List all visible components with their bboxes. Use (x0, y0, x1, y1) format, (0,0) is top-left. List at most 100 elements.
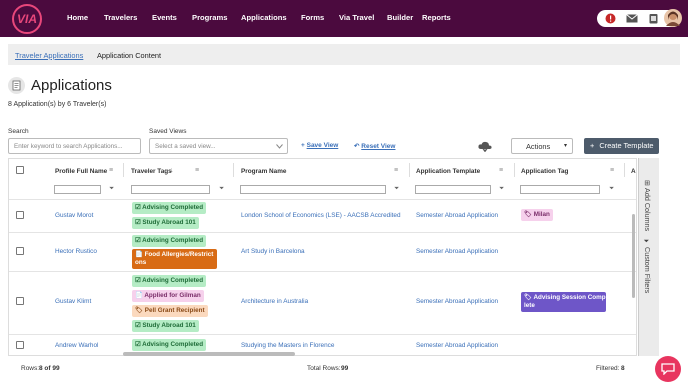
custom-filters-label: Custom Filters (643, 247, 652, 294)
nav-builder[interactable]: Builder (387, 13, 413, 22)
funnel-icon[interactable]: ⏷ (499, 185, 504, 193)
column-separator (624, 163, 625, 177)
application-count: 8 Application(s) by 6 Traveler(s) (8, 101, 107, 108)
column-separator (123, 163, 124, 177)
row-program[interactable]: Architecture in Australia (241, 298, 308, 305)
top-navigation-bar: VIA Home Travelers Events Programs Appli… (0, 0, 688, 37)
row-name[interactable]: Gustav Klimt (55, 298, 91, 305)
menu-icon[interactable]: ≡ (610, 167, 614, 174)
rows-label: Rows: (21, 365, 40, 372)
search-input[interactable]: Enter keyword to search Applications... (8, 138, 141, 154)
grid-header: Profile Full Name ≡ Traveler Tags ↓ ≡ Pr… (9, 159, 636, 199)
breadcrumb-traveler-applications[interactable]: Traveler Applications (15, 51, 83, 60)
funnel-icon[interactable]: ⏷ (394, 185, 399, 193)
create-template-button[interactable]: + Create Template (584, 138, 659, 154)
sort-down-icon[interactable]: ↓ (170, 167, 174, 174)
row-program[interactable]: Studying the Masters in Florence (241, 342, 334, 349)
saved-views-select[interactable]: Select a saved view... (149, 138, 288, 154)
alert-icon[interactable] (605, 13, 616, 24)
filtered-value: 8 (621, 365, 625, 372)
tag-advising-session-line-2: lete (524, 302, 535, 309)
row-template[interactable]: Semester Abroad Application (416, 298, 498, 305)
row-divider (9, 271, 636, 272)
column-header-traveler-tags[interactable]: Traveler Tags (131, 168, 172, 175)
column-separator (409, 163, 410, 177)
column-header-program-name[interactable]: Program Name (241, 168, 286, 175)
search-label: Search (8, 128, 29, 135)
tag-applied-for-gilman: 📄 Applied for Gilman (132, 290, 204, 302)
page-title: Applications (31, 77, 112, 94)
mail-icon[interactable] (626, 14, 638, 23)
row-name[interactable]: Andrew Warhol (55, 342, 98, 349)
row-checkbox[interactable] (16, 297, 24, 305)
columns-icon: ⊞ (643, 180, 652, 189)
row-program[interactable]: London School of Economics (LSE) - AACSB… (241, 212, 401, 219)
nav-events[interactable]: Events (152, 13, 177, 22)
row-name[interactable]: Gustav Morot (55, 212, 93, 219)
tablet-icon[interactable] (649, 13, 658, 24)
tag-food-allergies-line-2: ons (135, 259, 147, 266)
nav-home[interactable]: Home (67, 13, 88, 22)
tag-food-allergies-line-1: 📄 Food Allergies/Restrict (135, 251, 214, 258)
row-checkbox[interactable] (16, 341, 24, 349)
row-divider (9, 232, 636, 233)
tag-pell-grant-recipient: 🏷 Pell Grant Recipient (132, 305, 208, 317)
menu-icon[interactable]: ≡ (195, 167, 199, 174)
filter-input-name[interactable] (54, 185, 101, 194)
tag-advising-completed: ☑ Advising Completed (132, 235, 207, 247)
tag-study-abroad-101: ☑ Study Abroad 101 (132, 320, 199, 332)
column-header-application-template[interactable]: Application Template (416, 168, 480, 175)
actions-label: Actions (526, 142, 551, 151)
select-all-checkbox[interactable] (16, 166, 24, 174)
column-header-ap[interactable]: Ap (631, 168, 636, 175)
funnel-icon[interactable]: ⏷ (109, 185, 114, 193)
filter-input-program-name[interactable] (240, 185, 386, 194)
saved-views-placeholder: Select a saved view... (155, 143, 216, 150)
actions-dropdown[interactable]: Actions ▾ (511, 138, 573, 154)
row-divider (9, 199, 636, 200)
menu-icon[interactable]: ≡ (109, 167, 113, 174)
avatar[interactable] (664, 9, 682, 27)
row-template[interactable]: Semester Abroad Application (416, 248, 498, 255)
create-template-label: Create Template (599, 141, 654, 150)
row-checkbox[interactable] (16, 247, 24, 255)
rows-value: 8 of 99 (39, 365, 60, 372)
column-header-profile-full-name[interactable]: Profile Full Name (55, 168, 107, 175)
row-program[interactable]: Art Study in Barcelona (241, 248, 305, 255)
total-rows-label: Total Rows: (307, 365, 341, 372)
document-icon (8, 77, 25, 94)
row-name[interactable]: Hector Rustico (55, 248, 97, 255)
menu-icon[interactable]: ≡ (394, 167, 398, 174)
nav-via-travel[interactable]: Via Travel (339, 13, 374, 22)
vertical-scrollbar[interactable] (632, 214, 635, 298)
tag-milan: 🏷 Milan (521, 209, 553, 221)
tag-advising-completed: ☑ Advising Completed (132, 202, 207, 214)
filter-input-application-template[interactable] (415, 185, 491, 194)
cloud-download-icon[interactable] (478, 141, 492, 152)
chat-button[interactable] (655, 356, 681, 382)
funnel-icon[interactable]: ⏷ (609, 185, 614, 193)
nav-forms[interactable]: Forms (301, 13, 324, 22)
horizontal-scrollbar[interactable] (123, 352, 295, 356)
nav-applications[interactable]: Applications (241, 13, 287, 22)
row-checkbox[interactable] (16, 211, 24, 219)
nav-travelers[interactable]: Travelers (104, 13, 137, 22)
column-header-application-tag[interactable]: Application Tag (521, 168, 568, 175)
funnel-icon[interactable]: ⏷ (219, 185, 224, 193)
menu-icon[interactable]: ≡ (499, 167, 503, 174)
nav-programs[interactable]: Programs (192, 13, 227, 22)
tag-advising-completed: ☑ Advising Completed (132, 339, 207, 351)
add-columns-tab[interactable]: ⊞ Add Columns (643, 180, 652, 231)
save-view-link[interactable]: + Save View (301, 142, 338, 149)
chat-icon (661, 363, 675, 375)
logo[interactable]: VIA (12, 4, 42, 34)
custom-filters-tab[interactable]: ⏷ Custom Filters (643, 238, 652, 293)
filter-input-traveler-tags[interactable] (131, 185, 210, 194)
breadcrumb: Traveler Applications Application Conten… (8, 44, 680, 65)
filter-input-application-tag[interactable] (520, 185, 600, 194)
nav-reports[interactable]: Reports (422, 13, 451, 22)
row-template[interactable]: Semester Abroad Application (416, 342, 498, 349)
grid-footer: Rows: 8 of 99 Total Rows: 99 Filtered: 8 (8, 360, 637, 376)
reset-view-link[interactable]: ↶ Reset View (354, 142, 395, 150)
row-template[interactable]: Semester Abroad Application (416, 212, 498, 219)
